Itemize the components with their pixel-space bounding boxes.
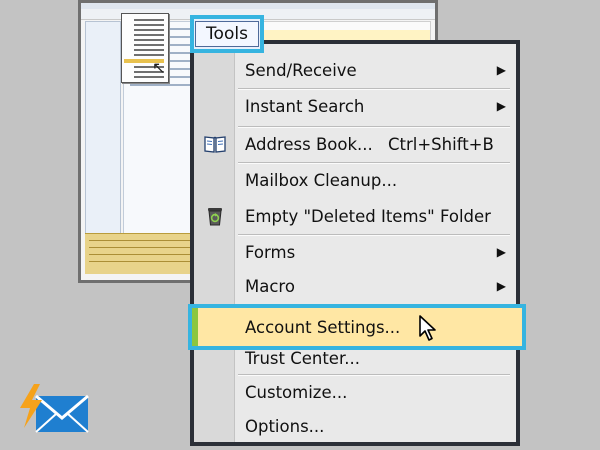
mail-logo-icon bbox=[14, 382, 94, 438]
menu-item-mailbox-cleanup[interactable]: Mailbox Cleanup... bbox=[194, 164, 516, 196]
menu-item-empty-deleted-items[interactable]: Empty "Deleted Items" Folder bbox=[194, 200, 516, 232]
menu-item-label: Forms bbox=[245, 242, 296, 262]
highlight-accent-bar bbox=[192, 308, 198, 346]
tools-dropdown-menu: Send/Receive ▶ Instant Search ▶ Address … bbox=[188, 40, 526, 446]
menu-item-label: Options... bbox=[245, 416, 325, 436]
menu-item-label: Trust Center... bbox=[245, 348, 360, 368]
menu-item-macro[interactable]: Macro ▶ bbox=[194, 270, 516, 302]
menu-item-forms[interactable]: Forms ▶ bbox=[194, 236, 516, 268]
menu-item-send-receive[interactable]: Send/Receive ▶ bbox=[194, 54, 516, 86]
menu-item-address-book[interactable]: Address Book... Ctrl+Shift+B bbox=[194, 128, 516, 160]
submenu-arrow-icon: ▶ bbox=[496, 63, 506, 77]
recycle-bin-icon bbox=[204, 205, 226, 227]
menu-item-label: Instant Search bbox=[245, 96, 365, 116]
menu-item-label: Macro bbox=[245, 276, 295, 296]
menu-item-label: Mailbox Cleanup... bbox=[245, 170, 398, 190]
menu-item-account-settings[interactable]: Account Settings... bbox=[188, 304, 526, 350]
tools-menu-label: Tools bbox=[206, 24, 248, 44]
menu-item-label: Address Book... bbox=[245, 134, 373, 154]
submenu-arrow-icon: ▶ bbox=[496, 279, 506, 293]
mouse-pointer-icon bbox=[418, 314, 438, 346]
menu-item-instant-search[interactable]: Instant Search ▶ bbox=[194, 90, 516, 122]
menu-item-label: Send/Receive bbox=[245, 60, 357, 80]
submenu-arrow-icon: ▶ bbox=[496, 99, 506, 113]
thumbnail-tools-menu: ↖ bbox=[121, 13, 169, 83]
thumbnail-pointer-icon: ↖ bbox=[152, 58, 166, 77]
menu-item-shortcut: Ctrl+Shift+B bbox=[388, 134, 494, 154]
submenu-arrow-icon: ▶ bbox=[496, 245, 506, 259]
menu-item-customize[interactable]: Customize... bbox=[194, 376, 516, 408]
menu-item-label: Account Settings... bbox=[245, 318, 401, 337]
menu-item-options[interactable]: Options... bbox=[194, 410, 516, 442]
address-book-icon bbox=[204, 133, 226, 155]
menu-item-label: Empty "Deleted Items" Folder bbox=[245, 206, 491, 226]
tools-menu-button[interactable]: Tools bbox=[190, 15, 264, 53]
thumbnail-nav-buttons bbox=[85, 233, 197, 274]
menu-item-label: Customize... bbox=[245, 382, 348, 402]
